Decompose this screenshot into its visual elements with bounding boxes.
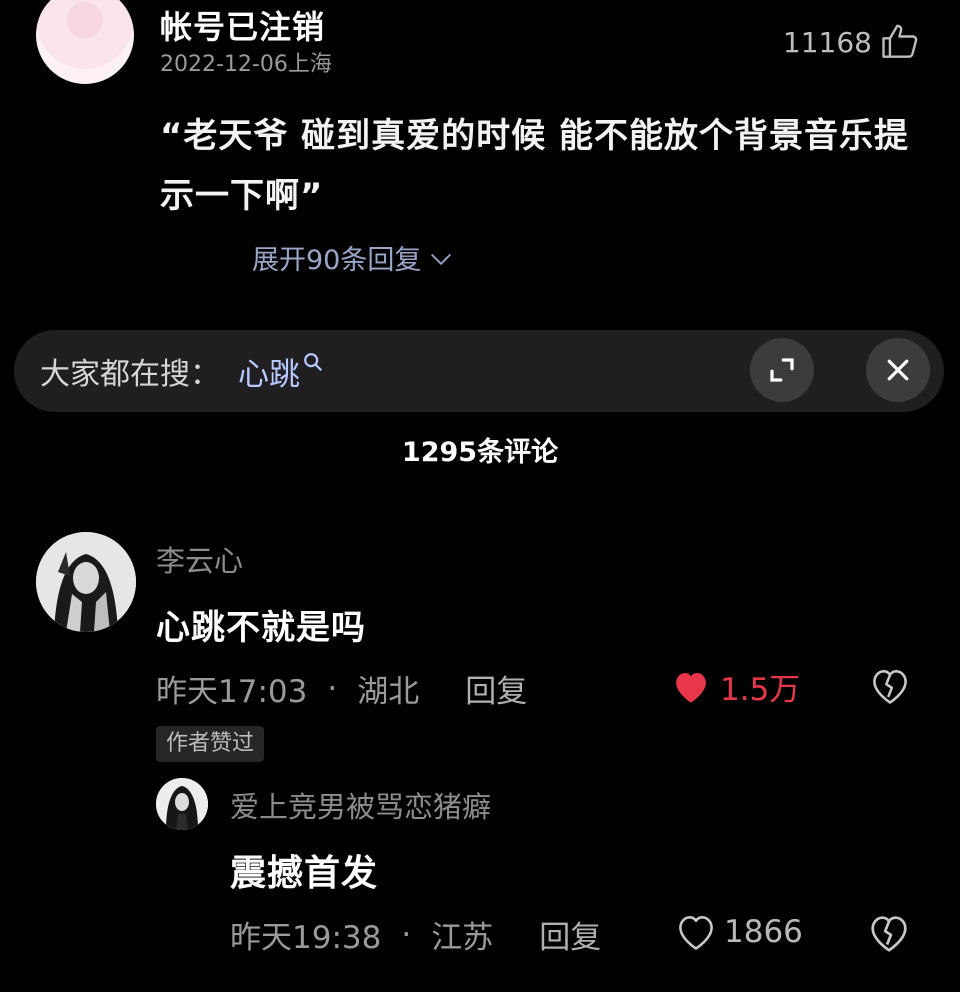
expand-replies-label: 展开90条回复 [252,245,422,276]
comment-1-like-button[interactable]: 1.5万 [670,664,800,709]
top-comment-text: “老天爷 碰到真爱的时候 能不能放个背景音乐提示一下啊” [160,116,910,216]
thumbs-up-icon [882,24,918,58]
avatar-comment-1[interactable] [36,532,136,632]
reply-1-like-button[interactable]: 1866 [674,910,803,954]
reply-1-time: 昨天19:38 [230,920,382,956]
username-reply-1[interactable]: 爱上竞男被骂恋猪癖 [230,784,491,826]
comment-1-like-count: 1.5万 [720,672,801,708]
close-icon [887,359,909,381]
comments-screen: 帐号已注销 2022-12-06上海 11168 “老天爷 碰到真爱的时候 能不… [0,0,960,992]
search-icon [304,353,323,372]
top-comment-meta: 2022-12-06上海 [160,46,332,78]
comment-1-location: 湖北 [357,674,420,710]
search-suggestion-bar[interactable]: 大家都在搜： 心跳 [14,330,944,412]
top-comment-like-button[interactable]: 11168 [783,20,922,64]
top-comment-date: 2022-12-06 [160,52,288,77]
username-comment-1[interactable]: 李云心 [156,538,243,580]
comment-1-text: 心跳不就是吗 [156,608,366,648]
reply-1-reply-button[interactable]: 回复 [539,912,601,957]
search-suggestion-prefix: 大家都在搜： [40,357,220,392]
comment-count: 1295条评论 [401,437,559,468]
comment-1-reply-button[interactable]: 回复 [465,666,527,711]
chevron-down-icon [431,253,452,265]
comment-1-time: 昨天17:03 [156,674,308,710]
meta-separator: · [327,670,338,707]
expand-replies-link[interactable]: 展开90条回复 [252,238,455,277]
top-comment-location: 上海 [287,52,332,77]
reply-1-text: 震撼首发 [230,853,379,894]
avatar-reply-1[interactable] [156,778,208,830]
author-liked-badge: 作者赞过 [156,726,265,762]
top-comment-like-count: 11168 [782,25,872,59]
search-suggestion-term[interactable]: 心跳 [238,349,300,394]
close-button[interactable] [866,338,930,402]
broken-heart-icon[interactable] [868,664,912,708]
reply-1-like-count: 1866 [724,914,803,950]
meta-separator: · [401,916,412,953]
username-top-comment[interactable]: 帐号已注销 [160,2,325,48]
reply-1-location: 江苏 [431,920,494,956]
expand-icon [770,358,794,382]
avatar-image [156,778,208,830]
avatar-top-comment[interactable] [36,0,134,84]
avatar-image [36,532,136,632]
expand-button[interactable] [750,338,814,402]
reply-1-meta: 昨天19:38 · 江苏 回复 [230,912,601,957]
heart-icon [676,672,706,703]
broken-heart-icon[interactable] [866,910,912,956]
comment-1-meta: 昨天17:03 · 湖北 回复 [156,666,527,711]
heart-icon [679,916,713,950]
